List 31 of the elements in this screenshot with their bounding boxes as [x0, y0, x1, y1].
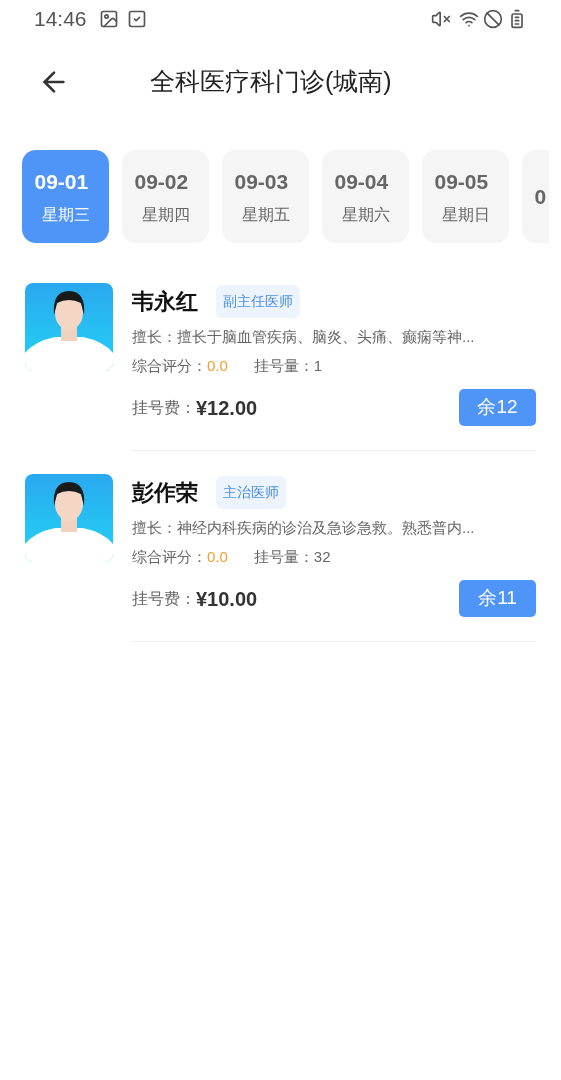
date-tab[interactable]: 09-04 星期六: [322, 150, 409, 243]
rating-value: 0.0: [207, 546, 228, 567]
fee-value: ¥12.00: [196, 395, 258, 421]
rating-value: 0.0: [207, 355, 228, 376]
doctor-name: 彭作荣: [132, 478, 198, 507]
wifi-icon: [459, 9, 479, 29]
mute-icon: [431, 9, 451, 29]
registration-count: 挂号量：1: [253, 355, 323, 376]
registration-count: 挂号量：32: [253, 546, 331, 567]
date-tab[interactable]: 09-03 星期五: [222, 150, 309, 243]
remaining-button[interactable]: 余12: [459, 389, 536, 426]
fee-value: ¥10.00: [196, 586, 258, 612]
date-tab[interactable]: 09-01 星期三: [22, 150, 109, 243]
page-title: 全科医疗科门诊(城南): [150, 66, 392, 98]
rating-label: 综合评分：: [132, 546, 207, 567]
doctor-title-tag: 主治医师: [216, 475, 286, 509]
date-tab[interactable]: 09-05 星期日: [422, 150, 509, 243]
date-tab[interactable]: 0: [522, 150, 549, 243]
checkbox-icon: [126, 9, 147, 29]
fee-label: 挂号费：: [132, 397, 196, 418]
doctor-name: 韦永红: [132, 287, 198, 316]
date-tab[interactable]: 09-02 星期四: [122, 150, 209, 243]
doctor-title-tag: 副主任医师: [216, 284, 300, 318]
remaining-button[interactable]: 余11: [459, 580, 536, 617]
status-time: 14:46: [34, 6, 87, 33]
specialty-text: 擅长：擅长于脑血管疾病、脑炎、头痛、癫痫等神...: [132, 327, 476, 347]
specialty-text: 擅长：神经内科疾病的诊治及急诊急救。熟悉普内...: [132, 518, 476, 538]
image-icon: [98, 9, 119, 29]
block-icon: [483, 9, 503, 29]
rating-label: 综合评分：: [132, 355, 207, 376]
fee-label: 挂号费：: [132, 588, 196, 609]
